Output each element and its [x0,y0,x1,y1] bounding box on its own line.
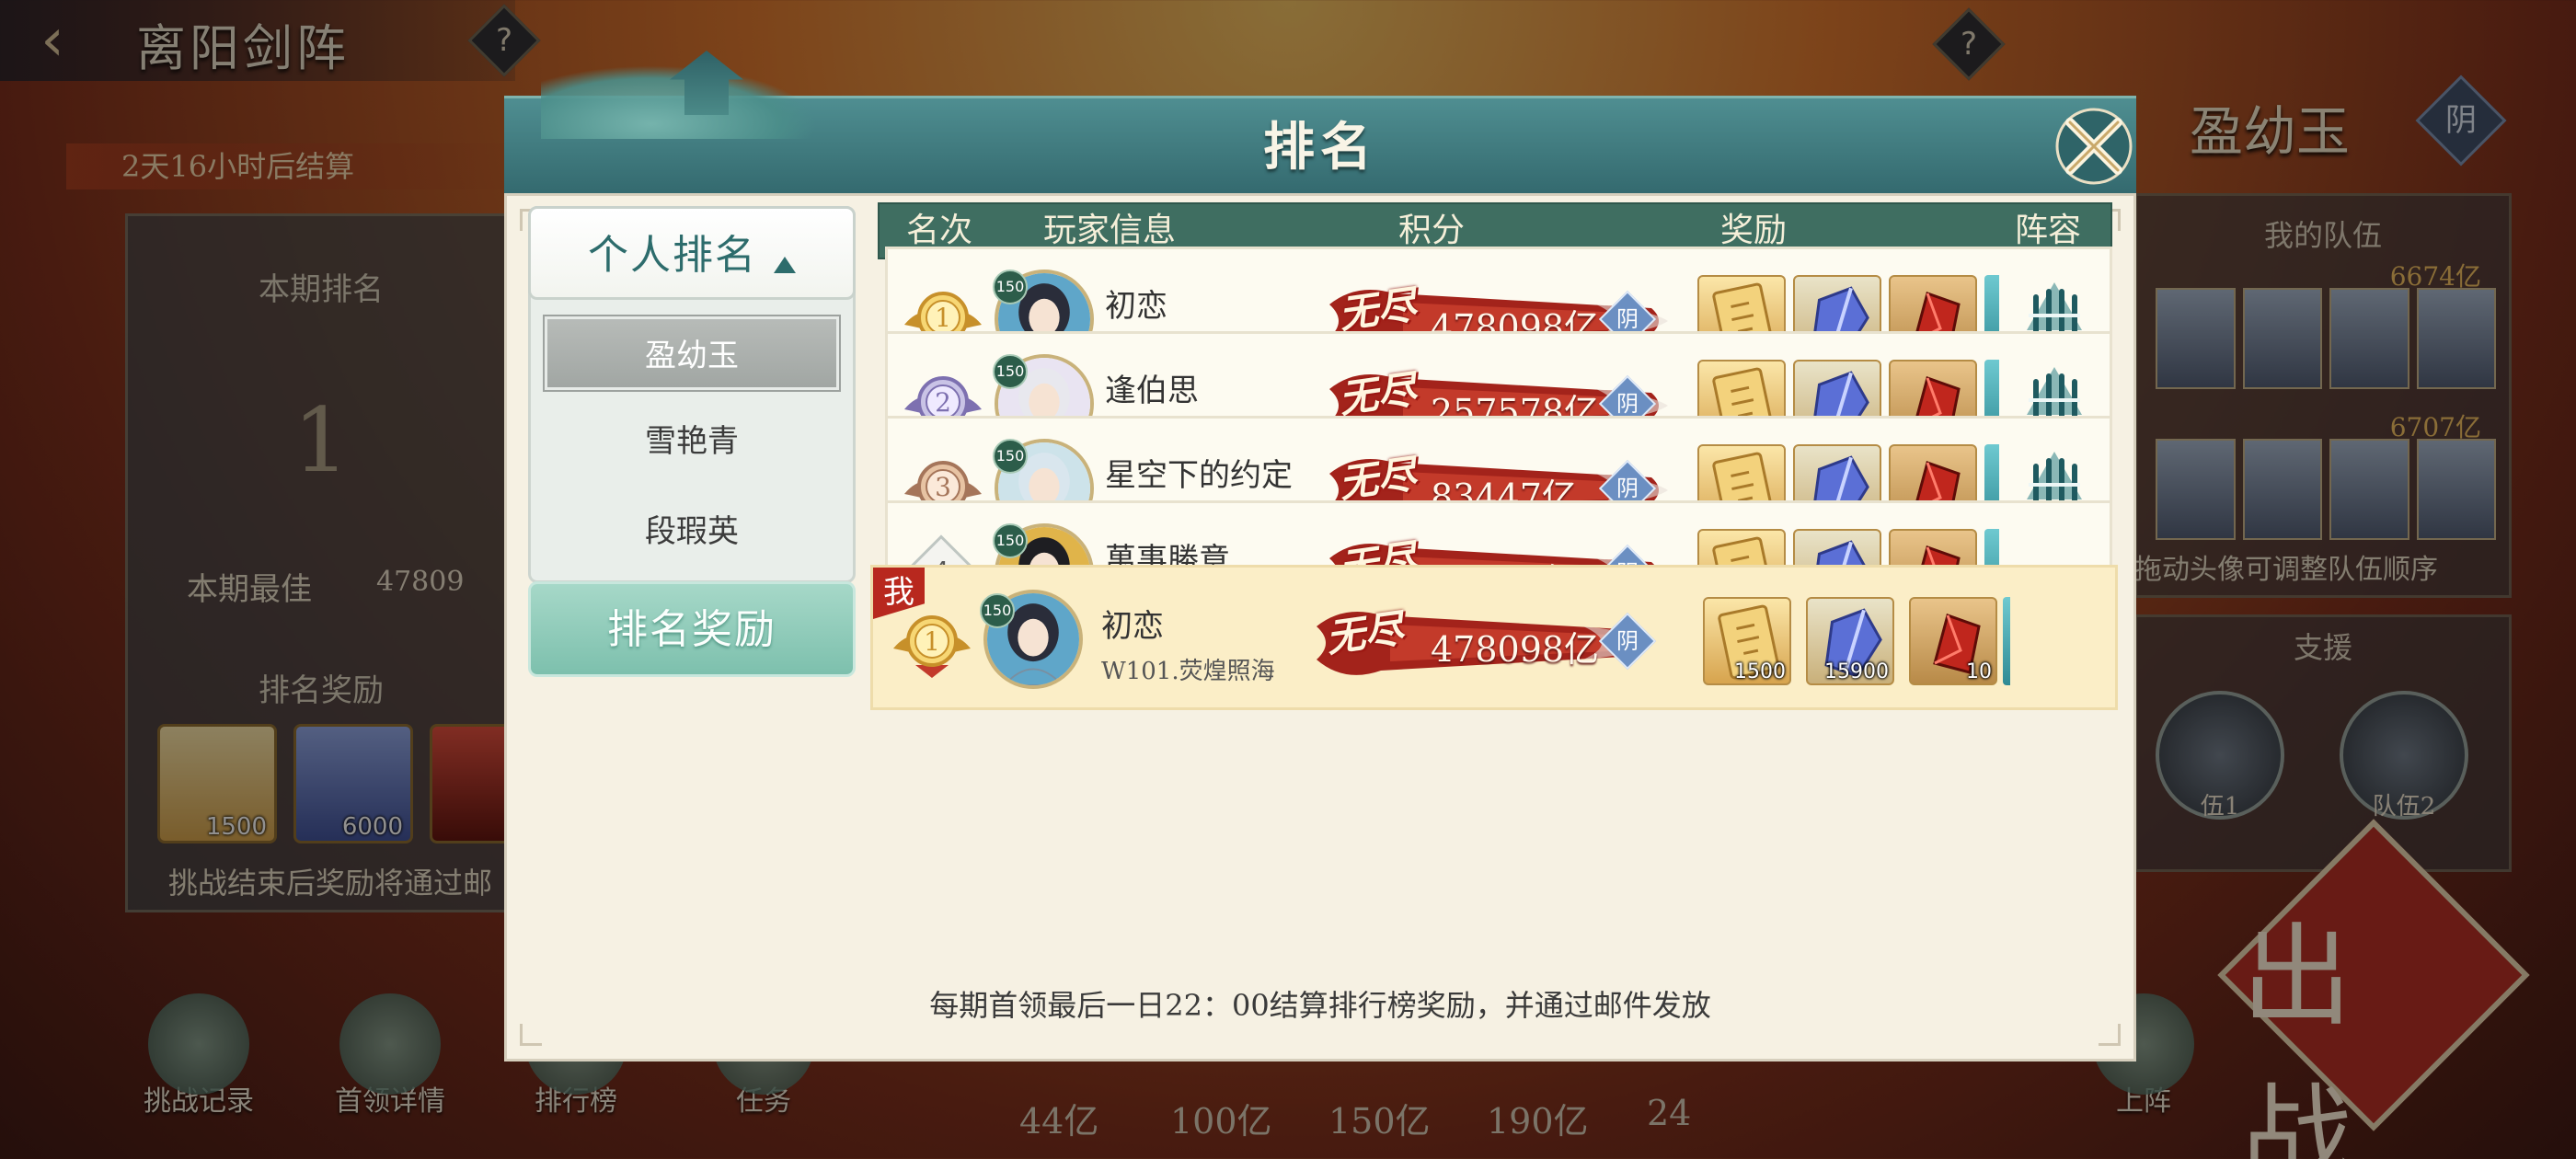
tab-personal-rank[interactable]: 个人排名 [528,206,856,300]
svg-text:3: 3 [935,472,951,502]
player-name: 初恋 [1101,608,1164,645]
player-level: 150 [993,439,1028,474]
player-level: 150 [980,593,1015,628]
sub-tab-ying-you-yu[interactable]: 盈幼玉 [545,316,839,390]
corner-ornament [2099,1024,2121,1046]
sub-tab-duan-xia-ying[interactable]: 段瑕英 [545,495,839,568]
red-crystal-icon[interactable]: 10 [1909,597,1997,685]
corner-ornament [520,1024,542,1046]
modal-title: 排名 [1263,117,1377,178]
player-level: 150 [993,354,1028,389]
player-level: 150 [993,270,1028,304]
reward-overflow-edge [2003,597,2010,685]
player-name: 初恋 [1105,288,1167,325]
reward-count: 10 [1966,660,1992,683]
reward-count: 15900 [1824,660,1889,683]
player-name: 星空下的约定 [1105,457,1293,494]
tab-rank-reward[interactable]: 排名奖励 [528,581,856,677]
player-score: 478098亿 [1431,629,1600,670]
my-ranking-row[interactable]: 我 1 150 初恋 W101.荧煌照海 无尽 478098亿 阴 1500 15… [870,565,2118,710]
svg-text:1: 1 [924,626,940,657]
player-level: 150 [993,523,1028,558]
settlement-note: 每期首领最后一日22：00结算排行榜奖励，并通过邮件发放 [929,988,1711,1023]
endless-label: 无尽 [1336,451,1420,507]
player-server: W101.荧煌照海 [1101,658,1275,685]
endless-label: 无尽 [1336,281,1420,338]
caret-up-icon [774,256,796,273]
gold-note-icon[interactable]: 1500 [1703,597,1791,685]
rank-medal-icon: 1 [888,601,976,683]
player-name: 逢伯思 [1105,373,1199,409]
svg-text:1: 1 [935,303,951,333]
svg-text:2: 2 [935,387,951,418]
endless-label: 无尽 [1323,605,1407,661]
close-icon[interactable] [2053,106,2134,187]
ranking-modal: 排名 个人排名 盈幼玉 雪艳青 段瑕英 排名奖励 名次 玩家信息 积分 奖励 阵… [504,51,2136,1061]
endless-label: 无尽 [1336,366,1420,422]
blue-crystal-icon[interactable]: 15900 [1806,597,1894,685]
reward-count: 1500 [1734,660,1786,683]
sub-tab-xue-yan-qing[interactable]: 雪艳青 [545,405,839,478]
modal-header: 排名 [504,51,2136,193]
